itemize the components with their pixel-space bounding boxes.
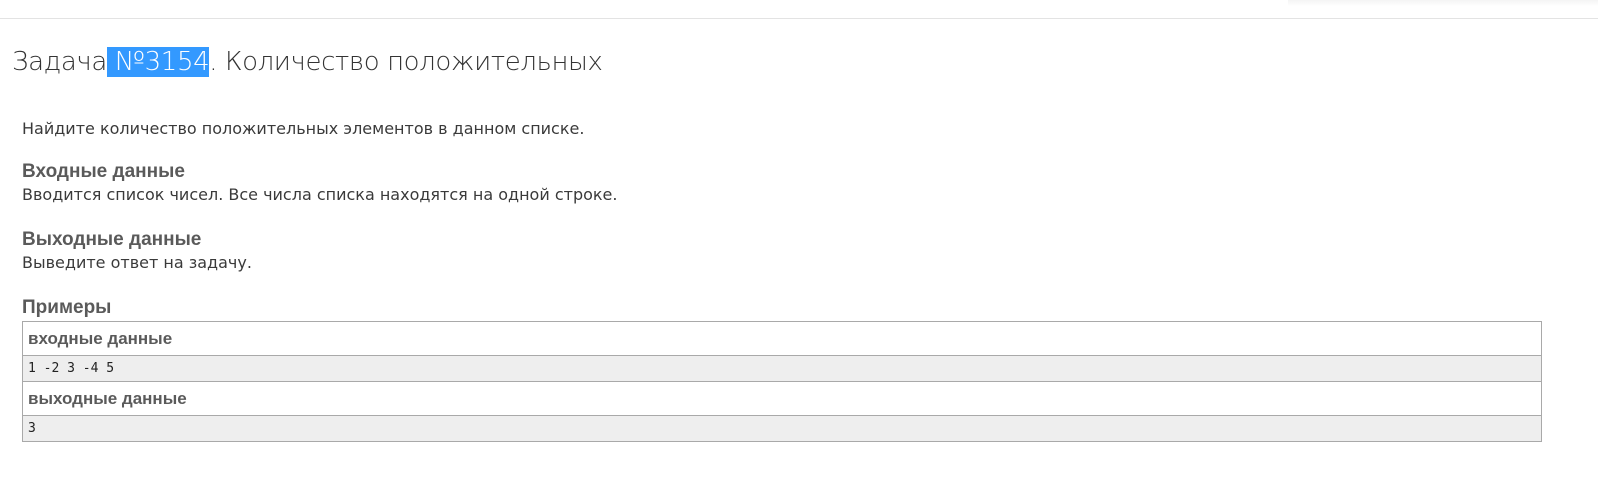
input-section: Входные данные Вводится список чисел. Вс… bbox=[22, 160, 617, 206]
output-heading: Выходные данные bbox=[22, 229, 202, 250]
page-title-prefix: Задача bbox=[12, 47, 107, 77]
page-title-suffix: . Количество положительных bbox=[209, 47, 603, 77]
table-row: входные данные bbox=[22, 321, 1542, 356]
examples-section: Примеры входные данные 1 -2 3 -4 5 выход… bbox=[22, 296, 1542, 442]
page-title-number-selected[interactable]: №3154 bbox=[106, 47, 210, 77]
top-navbar bbox=[0, 0, 1598, 19]
output-description: Выведите ответ на задачу. bbox=[22, 253, 252, 272]
input-description: Вводится список чисел. Все числа списка … bbox=[22, 185, 618, 204]
input-heading: Входные данные bbox=[22, 161, 185, 182]
table-row: выходные данные bbox=[22, 381, 1542, 416]
examples-heading: Примеры bbox=[22, 297, 112, 318]
sample-input-label: входные данные bbox=[22, 321, 1542, 356]
table-row: 3 bbox=[22, 415, 1542, 442]
table-row: 1 -2 3 -4 5 bbox=[22, 355, 1542, 382]
navbar-shadow bbox=[1288, 0, 1598, 6]
sample-output-value[interactable]: 3 bbox=[22, 415, 1542, 442]
sample-output-label: выходные данные bbox=[22, 381, 1542, 416]
output-section: Выходные данные Выведите ответ на задачу… bbox=[22, 228, 252, 274]
sample-input-value[interactable]: 1 -2 3 -4 5 bbox=[22, 355, 1542, 382]
statement-text: Найдите количество положительных элемент… bbox=[22, 119, 585, 138]
sample-table: входные данные 1 -2 3 -4 5 выходные данн… bbox=[22, 321, 1542, 442]
page-title: Задача №3154. Количество положительных bbox=[12, 44, 603, 80]
problem-statement: Найдите количество положительных элемент… bbox=[22, 118, 584, 140]
